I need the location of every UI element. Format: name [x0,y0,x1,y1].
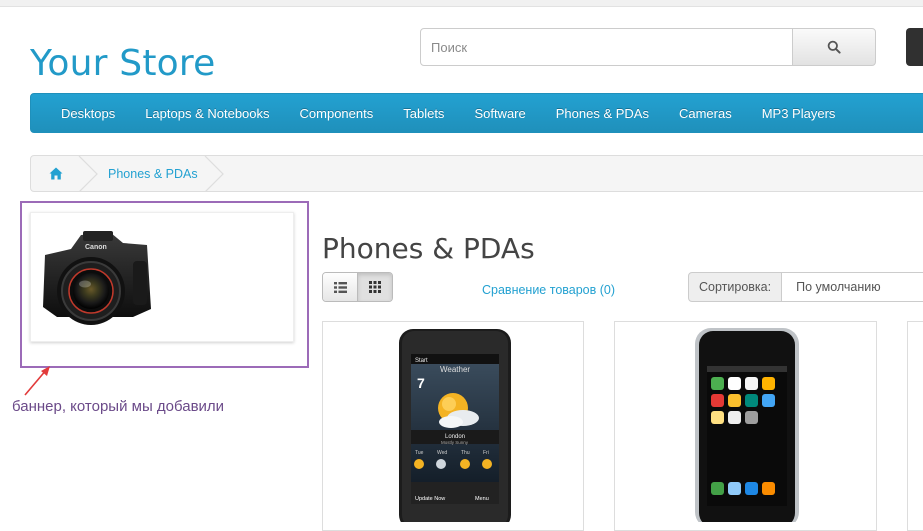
breadcrumb-separator [204,156,224,191]
breadcrumb: Phones & PDAs [30,155,923,192]
search-button[interactable] [792,28,876,66]
store-logo[interactable]: Your Store [30,43,215,84]
product-card[interactable] [614,321,877,531]
phone-update-label: Update Now [415,496,445,502]
menu-item-phones[interactable]: Phones & PDAs [541,106,664,121]
phone-day: Fri [483,450,489,456]
menu-item-mp3[interactable]: MP3 Players [747,106,851,121]
top-bar [0,0,923,7]
phone-condition: Mostly Sunny [441,440,469,445]
list-view-icon [333,281,347,293]
view-toggle [322,272,393,302]
sort-select[interactable]: По умолчанию [782,272,923,302]
annotation-text: баннер, который мы добавили [12,398,225,415]
product-card[interactable] [907,321,923,531]
menu-item-software[interactable]: Software [459,106,540,121]
phone-weather-label: Weather [440,365,470,374]
annotation-arrow [24,366,50,396]
grid-view-button[interactable] [357,273,392,301]
grid-view-icon [369,281,381,293]
breadcrumb-separator [78,156,98,191]
page-title: Phones & PDAs [322,232,535,265]
phone-status-text: Start [415,358,428,364]
menu-item-tablets[interactable]: Tablets [388,106,459,121]
breadcrumb-current[interactable]: Phones & PDAs [108,156,198,191]
phone-menu-label: Menu [475,496,489,502]
menu-item-components[interactable]: Components [285,106,389,121]
menu-item-laptops[interactable]: Laptops & Notebooks [130,106,284,121]
sort-label: Сортировка: [688,272,783,302]
search-bar [420,28,876,66]
breadcrumb-home[interactable] [49,156,63,191]
phone-time: 7 [417,375,425,391]
phone-day: Tue [415,450,424,456]
sort-control: Сортировка: По умолчанию [688,272,923,302]
list-view-button[interactable] [323,273,357,301]
phone-day: Thu [461,450,470,456]
phone-day: Wed [437,450,447,456]
compare-products-link[interactable]: Сравнение товаров (0) [482,283,615,297]
banner-highlight-frame [20,201,309,368]
search-input[interactable] [420,28,814,66]
cart-button[interactable] [906,28,923,66]
product-card[interactable]: Start Weather 7 London Mostly Sunny Tue … [322,321,584,531]
home-icon [49,167,63,180]
menu-item-cameras[interactable]: Cameras [664,106,747,121]
search-icon [827,40,841,54]
menu-item-desktops[interactable]: Desktops [46,106,130,121]
htc-phone-image: Start Weather 7 London Mostly Sunny Tue … [399,329,511,522]
iphone-image [695,328,799,522]
main-menu: Desktops Laptops & Notebooks Components … [30,93,923,133]
